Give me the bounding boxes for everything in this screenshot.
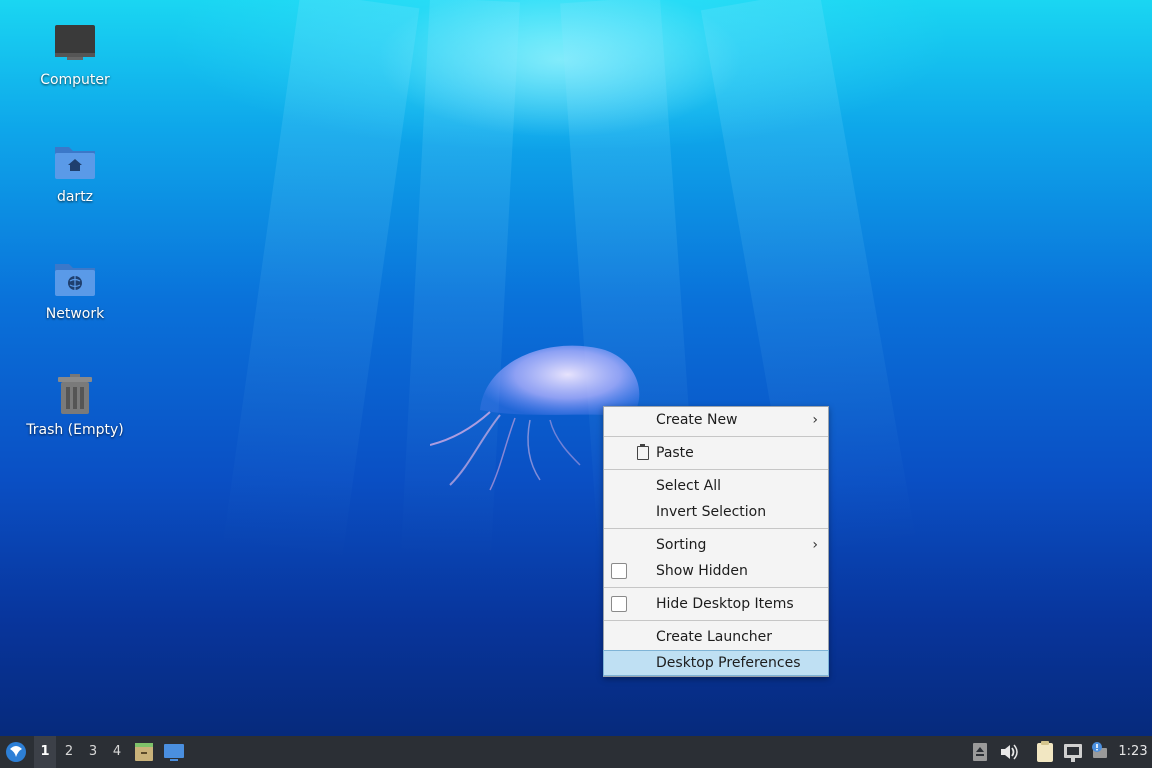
file-manager-launcher[interactable] — [133, 736, 155, 768]
notification-tray-button[interactable] — [1088, 736, 1110, 768]
menu-item-label: Show Hidden — [656, 563, 748, 579]
menu-separator — [604, 587, 828, 588]
desktop-icon-computer[interactable]: Computer — [20, 22, 130, 88]
workspace-2-button[interactable]: 2 — [58, 736, 80, 768]
workspace-3-button[interactable]: 3 — [82, 736, 104, 768]
menu-separator — [604, 436, 828, 437]
menu-item-create-launcher[interactable]: Create Launcher — [604, 624, 828, 650]
menu-item-sorting[interactable]: Sorting › — [604, 532, 828, 558]
menu-item-label: Hide Desktop Items — [656, 596, 794, 612]
speaker-icon — [1001, 744, 1018, 760]
clipboard-icon — [637, 444, 649, 460]
start-menu-icon — [6, 742, 26, 762]
menu-item-label: Select All — [656, 478, 721, 494]
file-manager-icon — [135, 743, 153, 761]
menu-item-desktop-preferences[interactable]: Desktop Preferences — [603, 650, 829, 676]
volume-button[interactable] — [998, 736, 1020, 768]
workspace-label: 4 — [112, 744, 122, 759]
menu-item-invert-selection[interactable]: Invert Selection — [604, 499, 828, 525]
desktop-icon-label: Network — [45, 306, 105, 322]
menu-item-label: Sorting — [656, 537, 707, 553]
eject-icon — [973, 743, 987, 761]
network-tray-button[interactable] — [1062, 736, 1084, 768]
workspace-1-button[interactable]: 1 — [34, 736, 56, 768]
start-menu-button[interactable] — [4, 736, 30, 768]
clipboard-icon — [1037, 741, 1053, 762]
network-wired-icon — [1064, 744, 1082, 762]
menu-separator — [604, 469, 828, 470]
clock-time: 1:23 — [1118, 744, 1148, 759]
notification-icon — [1092, 742, 1107, 758]
menu-item-hide-desktop-items[interactable]: Hide Desktop Items — [604, 591, 828, 617]
desktop-icon-label: dartz — [56, 189, 94, 205]
menu-separator — [604, 528, 828, 529]
menu-item-label: Create Launcher — [656, 629, 773, 645]
desktop-icon-network[interactable]: Network — [20, 256, 130, 322]
menu-item-select-all[interactable]: Select All — [604, 473, 828, 499]
desktop-icon — [164, 744, 184, 761]
desktop-icon-label: Trash (Empty) — [26, 422, 124, 438]
menu-item-label: Paste — [656, 445, 694, 461]
trash-icon — [53, 372, 97, 416]
hide-desktop-items-checkbox[interactable] — [611, 596, 627, 612]
show-desktop-button[interactable] — [162, 736, 186, 768]
menu-item-create-new[interactable]: Create New › — [604, 407, 828, 433]
chevron-right-icon: › — [812, 537, 818, 553]
workspace-label: 3 — [88, 744, 98, 759]
eject-tray-button[interactable] — [971, 736, 989, 768]
menu-item-label: Invert Selection — [656, 504, 767, 520]
desktop-icon-trash[interactable]: Trash (Empty) — [20, 372, 130, 438]
menu-separator — [604, 620, 828, 621]
clock[interactable]: 1:23 — [1116, 736, 1150, 768]
computer-icon — [53, 22, 97, 66]
show-hidden-checkbox[interactable] — [611, 563, 627, 579]
desktop-icon-label: Computer — [40, 72, 110, 88]
desktop[interactable]: Computer dartz Network Trash (Empty) Cre… — [0, 0, 1152, 736]
home-folder-icon — [53, 139, 97, 183]
workspace-4-button[interactable]: 4 — [106, 736, 128, 768]
desktop-icon-home-folder[interactable]: dartz — [20, 139, 130, 205]
clipboard-tray-button[interactable] — [1034, 736, 1056, 768]
menu-item-show-hidden[interactable]: Show Hidden — [604, 558, 828, 584]
menu-item-label: Desktop Preferences — [656, 655, 801, 671]
chevron-right-icon: › — [812, 412, 818, 428]
network-folder-icon — [53, 256, 97, 300]
workspace-label: 1 — [40, 744, 50, 759]
desktop-context-menu: Create New › Paste Select All Invert Sel… — [603, 406, 829, 677]
workspace-label: 2 — [64, 744, 74, 759]
taskbar: 1 2 3 4 1:23 — [0, 736, 1152, 768]
light-ray — [222, 0, 420, 563]
menu-item-paste[interactable]: Paste — [604, 440, 828, 466]
menu-item-label: Create New — [656, 412, 738, 428]
